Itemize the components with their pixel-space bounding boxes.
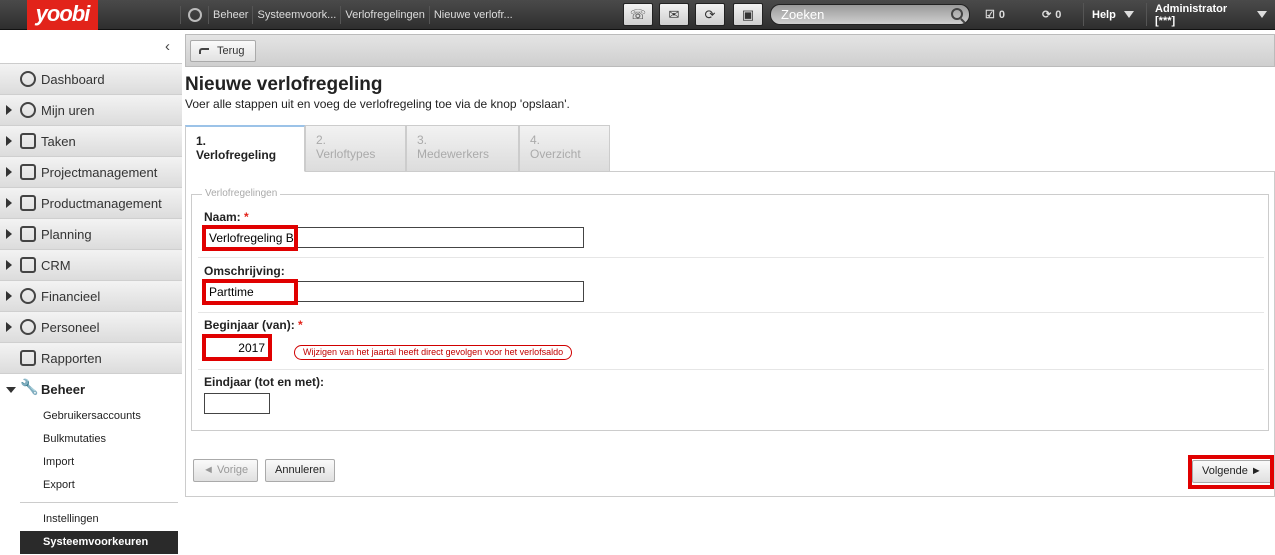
help-menu[interactable]: Help (1083, 3, 1142, 26)
sidebar-item-planning[interactable]: Planning (0, 219, 182, 250)
sidebar-item-productmanagement[interactable]: Productmanagement (0, 188, 182, 219)
calendar-icon (20, 226, 36, 242)
chevron-right-icon (6, 198, 12, 208)
divider (198, 257, 1264, 258)
archive-icon (20, 164, 36, 180)
eindjaar-field[interactable] (204, 393, 270, 414)
page-subtitle: Voer alle stappen uit en voeg de verlofr… (185, 97, 570, 111)
sidebar-collapse[interactable]: ‹ (0, 31, 182, 64)
breadcrumb-item[interactable]: Verlofregelingen (340, 6, 429, 24)
chevron-right-icon (6, 260, 12, 270)
chevron-right-icon (6, 167, 12, 177)
sidebar-item-rapporten[interactable]: Rapporten (0, 343, 182, 374)
sidebar-item-personeel[interactable]: Personeel (0, 312, 182, 343)
sidebar-subitem-bulkmutaties[interactable]: Bulkmutaties (0, 428, 182, 451)
chart-icon (20, 350, 36, 366)
chevron-right-icon (6, 291, 12, 301)
breadcrumb: Beheer Systeemvoork... Verlofregelingen … (180, 4, 517, 26)
search-icon[interactable] (951, 8, 963, 20)
sidebar-subitem-instellingen[interactable]: Instellingen (0, 508, 182, 531)
sidebar-item-beheer[interactable]: 🔧 Beheer (0, 374, 182, 405)
verlofregelingen-fieldset: Verlofregelingen Naam: * Omschrijving: B… (191, 188, 1269, 431)
sidebar-subitem-gebruikersaccounts[interactable]: Gebruikersaccounts (0, 405, 182, 428)
user-menu[interactable]: Administrator [***] (1146, 3, 1275, 27)
page-title: Nieuwe verlofregeling (185, 74, 383, 95)
chevron-right-icon (6, 136, 12, 146)
chevron-down-icon (6, 386, 16, 393)
fieldset-legend: Verlofregelingen (202, 188, 281, 199)
required-marker: * (298, 318, 303, 332)
box-icon (20, 195, 36, 211)
naam-label: Naam: * (204, 210, 249, 224)
clipboard-icon (20, 133, 36, 149)
divider (20, 502, 178, 503)
highlight-box (202, 225, 298, 251)
breadcrumb-item[interactable]: Beheer (208, 6, 252, 24)
tab-step-overzicht[interactable]: 4. Overzicht (519, 125, 610, 172)
back-arrow-icon (199, 48, 209, 54)
clipboard-icon: ☑ (985, 9, 995, 21)
toolbar: Terug (185, 34, 1275, 67)
search-box (770, 4, 970, 25)
mail-icon[interactable]: ✉ (659, 3, 689, 26)
vorige-button[interactable]: ◄ Vorige (193, 459, 259, 482)
sidebar-subitem-import[interactable]: Import (0, 451, 182, 474)
breadcrumb-item[interactable]: Systeemvoork... (252, 6, 340, 24)
sidebar-item-projectmanagement[interactable]: Projectmanagement (0, 157, 182, 188)
sidebar-subitem-systeemvoorkeuren[interactable]: Systeemvoorkeuren (20, 531, 178, 554)
chevron-right-icon (6, 105, 12, 115)
chevron-down-icon (1123, 11, 1134, 18)
sync-icon[interactable]: ⟳ (695, 3, 725, 26)
phone-icon[interactable]: ☏ (623, 3, 653, 26)
beginjaar-label: Beginjaar (van): * (204, 318, 303, 332)
contacts-icon[interactable]: ▣ (733, 3, 763, 26)
sidebar-item-dashboard[interactable]: Dashboard (0, 64, 182, 95)
sidebar-item-mijn-uren[interactable]: Mijn uren (0, 95, 182, 126)
chevron-down-icon (1257, 11, 1267, 18)
chevron-left-icon[interactable]: ‹ (165, 38, 170, 55)
tab-step-medewerkers[interactable]: 3. Medewerkers (406, 125, 519, 172)
top-bar: yoobi Beheer Systeemvoork... Verlofregel… (0, 0, 1275, 30)
refresh-icon: ⟳ (1042, 9, 1052, 21)
chevron-right-icon (6, 229, 12, 239)
back-button[interactable]: Terug (190, 40, 256, 62)
annuleren-button[interactable]: Annuleren (265, 459, 336, 482)
divider (198, 369, 1264, 370)
sidebar-item-crm[interactable]: CRM (0, 250, 182, 281)
home-icon[interactable] (180, 6, 208, 24)
yoobi-logo[interactable]: yoobi (27, 0, 98, 30)
main-content: Terug Nieuwe verlofregeling Voer alle st… (185, 34, 1275, 555)
eindjaar-label: Eindjaar (tot en met): (204, 375, 325, 389)
divider (198, 312, 1264, 313)
sidebar-item-financieel[interactable]: Financieel (0, 281, 182, 312)
highlight-box (1188, 455, 1274, 489)
chevron-right-icon (6, 322, 12, 332)
omschrijving-label: Omschrijving: (204, 264, 285, 278)
breadcrumb-item[interactable]: Nieuwe verlofr... (428, 6, 517, 24)
tasks-counter[interactable]: ☑ 0 (985, 8, 1005, 22)
money-bag-icon (20, 288, 36, 304)
people-icon (20, 319, 36, 335)
dashboard-icon (20, 71, 36, 87)
highlight-box (202, 279, 298, 305)
wizard-steps: 1. Verlofregeling 2. Verloftypes 3. Mede… (185, 125, 1275, 172)
wrench-icon: 🔧 (20, 379, 39, 396)
sidebar-subitem-export[interactable]: Export (0, 474, 182, 497)
sidebar: ‹ Dashboard Mijn uren Taken Projectmanag… (0, 31, 182, 555)
tab-step-verlofregeling[interactable]: 1. Verlofregeling (185, 125, 305, 172)
beginjaar-warning-badge: Wijzigen van het jaartal heeft direct ge… (294, 345, 573, 360)
clock-icon (20, 102, 36, 118)
search-input[interactable] (781, 6, 951, 23)
sidebar-item-taken[interactable]: Taken (0, 126, 182, 157)
tab-step-verloftypes[interactable]: 2. Verloftypes (305, 125, 406, 172)
address-book-icon (20, 257, 36, 273)
form-panel: Verlofregelingen Naam: * Omschrijving: B… (185, 171, 1275, 497)
highlight-box (202, 334, 272, 361)
refresh-counter[interactable]: ⟳ 0 (1042, 8, 1061, 22)
required-marker: * (244, 210, 249, 224)
